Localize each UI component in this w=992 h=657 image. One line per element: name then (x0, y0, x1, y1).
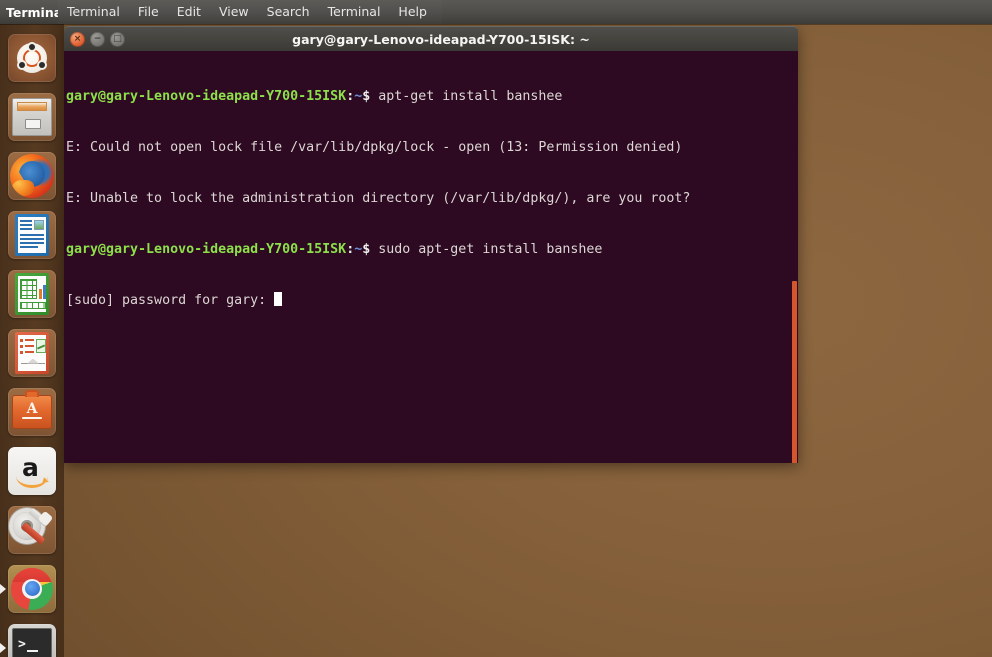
launcher-item-ubuntu-software-center[interactable]: A (0, 382, 64, 441)
terminal-line: E: Could not open lock file /var/lib/dpk… (66, 140, 683, 155)
sudo-password-prompt: [sudo] password for gary: (66, 293, 275, 308)
menu-item-view[interactable]: View (210, 0, 258, 24)
system-settings-icon (8, 505, 56, 554)
launcher-item-libreoffice-writer[interactable] (0, 205, 64, 264)
amazon-icon: a (8, 446, 56, 495)
terminal-window[interactable]: × − □ gary@gary-Lenovo-ideapad-Y700-15IS… (64, 26, 798, 463)
minimize-icon[interactable]: − (90, 31, 105, 47)
close-icon[interactable]: × (70, 31, 85, 47)
terminal-scrollbar[interactable] (792, 51, 798, 463)
terminal-line: gary@gary-Lenovo-ideapad-Y700-15ISK:~$ s… (66, 241, 690, 258)
text-cursor (274, 292, 283, 306)
firefox-icon (8, 151, 56, 200)
launcher-item-system-settings[interactable] (0, 500, 64, 559)
terminal-scrollbar-thumb[interactable] (792, 281, 797, 463)
ubuntu-dash-icon (8, 33, 56, 82)
google-chrome-icon (8, 564, 56, 613)
menu-item-terminal-app[interactable]: Terminal (58, 0, 129, 24)
terminal-line: [sudo] password for gary: (66, 292, 690, 309)
menu-item-terminal[interactable]: Terminal (319, 0, 390, 24)
launcher-item-libreoffice-impress[interactable] (0, 323, 64, 382)
launcher-item-files[interactable] (0, 87, 64, 146)
unity-launcher: A a > (0, 24, 64, 657)
terminal-body[interactable]: gary@gary-Lenovo-ideapad-Y700-15ISK:~$ a… (64, 51, 798, 463)
launcher-item-google-chrome[interactable] (0, 559, 64, 618)
menu-item-search[interactable]: Search (258, 0, 319, 24)
launcher-item-terminal[interactable]: > (0, 618, 64, 657)
terminal-icon: > (8, 623, 56, 657)
terminal-output: gary@gary-Lenovo-ideapad-Y700-15ISK:~$ a… (66, 54, 690, 343)
menu-item-help[interactable]: Help (389, 0, 436, 24)
terminal-line: E: Unable to lock the administration dir… (66, 191, 691, 206)
panel-menu-bar[interactable]: Terminal File Edit View Search Terminal … (58, 0, 442, 24)
files-icon (8, 92, 56, 141)
terminal-command: sudo apt-get install banshee (370, 242, 603, 257)
prompt-user-host: gary@gary-Lenovo-ideapad-Y700-15ISK (66, 89, 347, 104)
libreoffice-impress-icon (8, 328, 56, 377)
terminal-command: apt-get install banshee (370, 89, 563, 104)
terminal-running-indicator (0, 642, 6, 653)
chrome-running-indicator (0, 583, 6, 594)
menu-item-edit[interactable]: Edit (168, 0, 210, 24)
launcher-item-firefox[interactable] (0, 146, 64, 205)
launcher-item-amazon[interactable]: a (0, 441, 64, 500)
panel-app-name: Terminal (6, 4, 67, 20)
maximize-icon[interactable]: □ (110, 31, 125, 47)
window-title: gary@gary-Lenovo-ideapad-Y700-15ISK: ~ (292, 31, 590, 47)
libreoffice-writer-icon (8, 210, 56, 259)
ubuntu-software-center-icon: A (8, 387, 56, 436)
terminal-line: gary@gary-Lenovo-ideapad-Y700-15ISK:~$ a… (66, 88, 690, 105)
launcher-item-libreoffice-calc[interactable] (0, 264, 64, 323)
prompt-user-host: gary@gary-Lenovo-ideapad-Y700-15ISK (66, 242, 347, 257)
launcher-item-ubuntu-dash[interactable] (0, 28, 64, 87)
top-panel: Terminal Terminal File Edit View Search … (0, 0, 992, 24)
libreoffice-calc-icon (8, 269, 56, 318)
menu-item-file[interactable]: File (129, 0, 168, 24)
desktop: Terminal Terminal File Edit View Search … (0, 0, 992, 657)
terminal-titlebar[interactable]: × − □ gary@gary-Lenovo-ideapad-Y700-15IS… (64, 26, 798, 51)
